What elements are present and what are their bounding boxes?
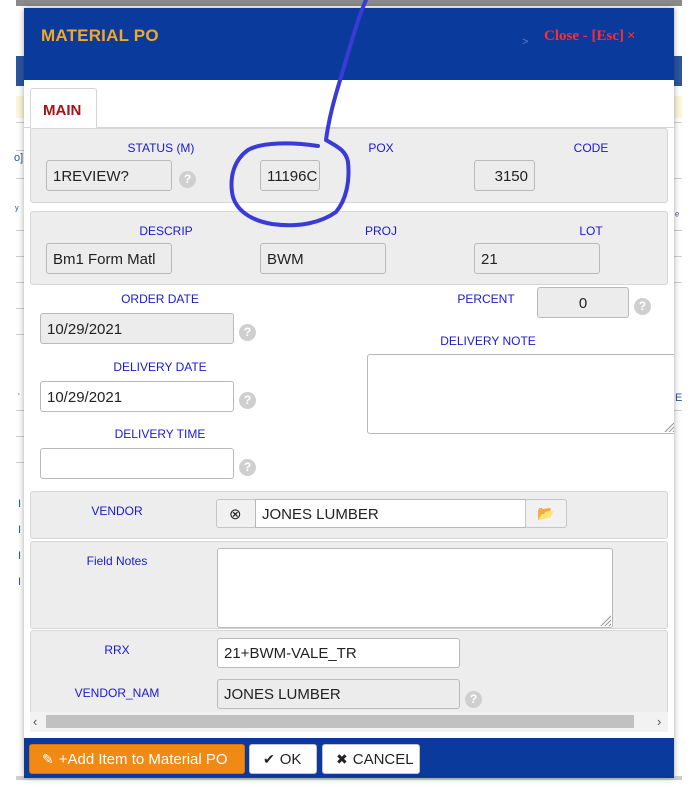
percent-help-icon[interactable]: ?: [634, 298, 651, 315]
background-divider: [16, 308, 24, 309]
tab-main-label[interactable]: MAIN: [43, 102, 81, 119]
background-divider: [16, 282, 24, 283]
background-text: I: [18, 550, 22, 562]
delivery-time-label: DELIVERY TIME: [114, 427, 206, 441]
tab-main[interactable]: MAIN: [30, 88, 97, 129]
panel-vendor: VENDOR ⊗ JONES LUMBER 📂: [30, 491, 668, 539]
background-text: ᵉ: [675, 210, 680, 222]
add-item-button[interactable]: ✎ +Add Item to Material PO: [29, 744, 245, 774]
scroll-right-icon[interactable]: ›: [657, 714, 661, 729]
background-text: I: [18, 576, 22, 588]
close-icon[interactable]: ×: [627, 28, 636, 44]
dialog-body: STATUS (M) 1REVIEW? ? POX 11196C CODE 31…: [24, 128, 674, 724]
rrx-field[interactable]: 21+BWM-VALE_TR: [217, 638, 460, 668]
status-help-icon[interactable]: ?: [179, 171, 196, 188]
background-text: E: [675, 392, 683, 404]
order-date-help-icon[interactable]: ?: [239, 324, 256, 341]
resize-handle-icon[interactable]: [663, 420, 674, 432]
ok-button[interactable]: ✔ OK: [249, 744, 317, 774]
cancel-button[interactable]: ✖ CANCEL: [322, 744, 420, 774]
panel-status-pox-code: STATUS (M) 1REVIEW? ? POX 11196C CODE 31…: [30, 128, 668, 203]
pencil-icon: ✎: [42, 751, 54, 767]
background-divider: [16, 334, 24, 335]
scroll-left-icon[interactable]: ‹: [33, 714, 37, 729]
close-label[interactable]: Close - [Esc]: [544, 28, 624, 44]
check-icon: ✔: [263, 751, 275, 767]
folder-open-icon: 📂: [537, 505, 555, 521]
background-divider: [16, 256, 24, 257]
order-date-field[interactable]: 10/29/2021: [40, 313, 234, 344]
delivery-note-field[interactable]: [367, 354, 674, 434]
status-label: STATUS (M): [127, 141, 195, 155]
delivery-date-help-icon[interactable]: ?: [239, 392, 256, 409]
background-divider: [16, 410, 24, 411]
background-band-left: [16, 56, 24, 86]
background-divider: [16, 230, 24, 231]
background-divider: [16, 436, 24, 437]
panel-rrx-vendor-nam: RRX 21+BWM-VALE_TR VENDOR_NAM JONES LUMB…: [30, 630, 668, 722]
background-text: o]: [14, 152, 24, 164]
ok-label: OK: [279, 751, 302, 768]
resize-handle-icon[interactable]: [599, 614, 611, 626]
pox-field[interactable]: 11196C: [260, 160, 320, 191]
vendor-nam-field[interactable]: JONES LUMBER: [217, 679, 460, 709]
background-divider: [16, 462, 24, 463]
background-divider: [16, 150, 24, 151]
background-topbar: [16, 0, 682, 6]
background-divider: [16, 178, 24, 179]
delivery-time-field[interactable]: [40, 448, 234, 479]
dialog-title: MATERIAL PO: [41, 26, 159, 45]
field-notes-field[interactable]: [217, 548, 613, 628]
lot-field[interactable]: 21: [474, 243, 600, 274]
status-field[interactable]: 1REVIEW?: [46, 160, 172, 191]
vendor-nam-help-icon[interactable]: ?: [465, 691, 482, 708]
delivery-note-label: DELIVERY NOTE: [440, 334, 536, 348]
background-strip-left: [16, 96, 24, 118]
rrx-label: RRX: [104, 643, 130, 657]
vendor-label: VENDOR: [91, 504, 143, 518]
percent-label: PERCENT: [457, 292, 515, 306]
clear-icon: ⊗: [229, 506, 242, 523]
panel-descrip-proj-lot: DESCRIP Bm1 Form Matl PROJ BWM LOT 21: [30, 211, 668, 285]
delivery-time-help-icon[interactable]: ?: [239, 459, 256, 476]
lot-label: LOT: [579, 224, 603, 238]
cross-icon: ✖: [336, 751, 348, 767]
dialog-footer: ✎ +Add Item to Material PO ✔ OK ✖ CANCEL: [24, 738, 674, 778]
code-label: CODE: [573, 141, 609, 155]
delivery-date-field[interactable]: 10/29/2021: [40, 381, 234, 412]
background-divider: [16, 122, 24, 123]
field-notes-label: Field Notes: [86, 554, 148, 568]
code-field[interactable]: 3150: [474, 160, 535, 191]
descrip-label: DESCRIP: [139, 224, 193, 238]
proj-label: PROJ: [364, 224, 397, 238]
proj-field[interactable]: BWM: [260, 243, 386, 274]
horizontal-scrollbar[interactable]: ‹ ›: [30, 712, 668, 732]
cancel-label: CANCEL: [352, 751, 414, 768]
descrip-field[interactable]: Bm1 Form Matl: [46, 243, 172, 274]
dialog-header: MATERIAL PO > Close - [Esc] ×: [24, 8, 674, 80]
percent-field[interactable]: 0: [537, 287, 629, 318]
background-text: I: [18, 524, 22, 536]
background-text: ʸ: [15, 204, 19, 216]
order-date-label: ORDER DATE: [121, 292, 199, 306]
tab-bar: [24, 80, 674, 128]
clear-vendor-button[interactable]: ⊗: [216, 499, 256, 528]
delivery-date-label: DELIVERY DATE: [113, 360, 207, 374]
close-marker: >: [522, 36, 529, 48]
close-button[interactable]: Close - [Esc] ×: [544, 28, 636, 45]
scrollbar-thumb[interactable]: [46, 715, 634, 728]
background-text: I: [18, 498, 22, 510]
vendor-nam-label: VENDOR_NAM: [74, 686, 160, 700]
material-po-dialog: MATERIAL PO > Close - [Esc] × MAIN STATUS…: [24, 8, 674, 778]
pox-label: POX: [368, 141, 394, 155]
add-item-label: +Add Item to Material PO: [58, 751, 228, 768]
vendor-field[interactable]: JONES LUMBER: [255, 499, 526, 528]
background-text: ʿ: [17, 392, 21, 404]
panel-field-notes: Field Notes: [30, 541, 668, 629]
browse-vendor-button[interactable]: 📂: [525, 499, 567, 528]
